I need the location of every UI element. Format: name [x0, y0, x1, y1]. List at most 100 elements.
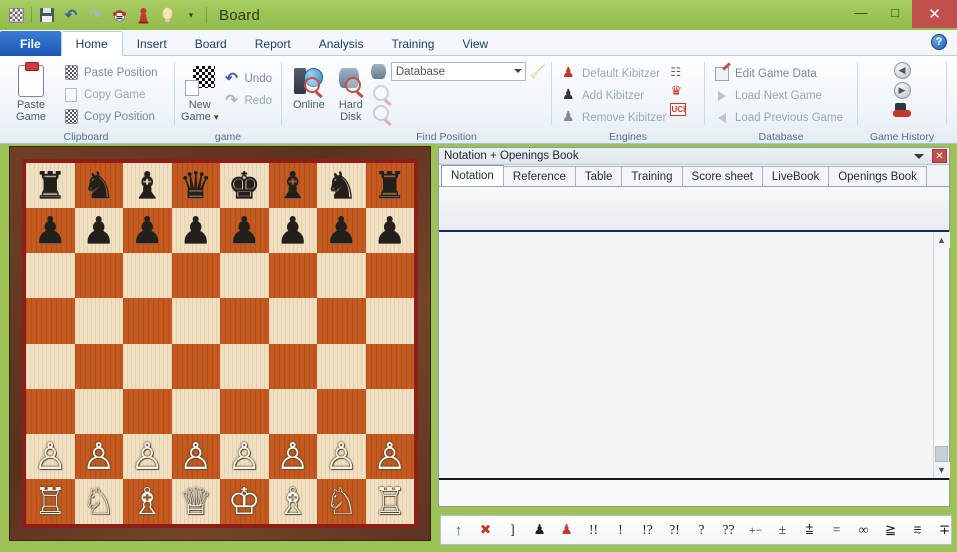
- customize-dropdown-icon[interactable]: ▾: [180, 4, 202, 26]
- chess-piece[interactable]: ♖: [373, 483, 406, 520]
- board-square[interactable]: ♖: [365, 478, 414, 524]
- scrollbar-thumb[interactable]: [935, 446, 948, 462]
- panel-close-icon[interactable]: ✕: [932, 149, 947, 163]
- board-square[interactable]: [268, 343, 317, 389]
- board-square[interactable]: ♟: [74, 208, 123, 254]
- chess-piece[interactable]: ♟: [228, 212, 261, 249]
- board-square[interactable]: [268, 388, 317, 434]
- dubious-move-button[interactable]: ?!: [661, 518, 688, 542]
- board-square[interactable]: [171, 388, 220, 434]
- unclear-position-button[interactable]: ∞: [850, 518, 877, 542]
- good-move-button[interactable]: !: [607, 518, 634, 542]
- attack-arrow-button[interactable]: ↑: [445, 518, 472, 542]
- board-square[interactable]: [26, 388, 75, 434]
- white-winning-button[interactable]: +−: [742, 518, 769, 542]
- board-square[interactable]: ♔: [220, 478, 269, 524]
- board-square[interactable]: [317, 343, 366, 389]
- board-square[interactable]: ♟: [171, 208, 220, 254]
- chess-piece[interactable]: ♘: [82, 483, 115, 520]
- add-kibitzer-button[interactable]: ♟ Add Kibitzer: [557, 85, 670, 106]
- board-square[interactable]: [220, 343, 269, 389]
- chess-piece[interactable]: ♞: [82, 167, 115, 204]
- chess-piece[interactable]: ♞: [325, 167, 358, 204]
- white-slight-advantage-button[interactable]: ⩲: [796, 518, 823, 542]
- undo-button[interactable]: ↶ Undo: [220, 68, 277, 89]
- engine-list-icon[interactable]: ☷: [670, 65, 686, 79]
- tab-table[interactable]: Table: [574, 166, 623, 186]
- load-previous-game-button[interactable]: Load Previous Game: [710, 107, 847, 128]
- board-square[interactable]: ♙: [317, 433, 366, 479]
- tab-board[interactable]: Board: [181, 32, 241, 56]
- uci-icon[interactable]: UCI: [670, 103, 687, 116]
- tab-livebook[interactable]: LiveBook: [761, 166, 830, 186]
- chess-piece[interactable]: ♕: [179, 483, 212, 520]
- notation-vertical-scrollbar[interactable]: ▲ ▼: [933, 232, 950, 478]
- close-button[interactable]: ✕: [912, 0, 957, 28]
- default-kibitzer-button[interactable]: ♟ Default Kibitzer: [557, 63, 670, 84]
- copy-position-button[interactable]: Copy Position: [59, 106, 162, 127]
- notation-text-area[interactable]: [439, 232, 933, 478]
- board-square[interactable]: ♙: [171, 433, 220, 479]
- search-variant-2-icon[interactable]: [372, 105, 389, 121]
- mistake-button[interactable]: ?: [688, 518, 715, 542]
- chess-clown-icon[interactable]: [108, 4, 130, 26]
- board-square[interactable]: ♝: [123, 163, 172, 209]
- board-square[interactable]: ♟: [365, 208, 414, 254]
- equal-position-button[interactable]: =: [823, 518, 850, 542]
- database-combo[interactable]: Database: [390, 62, 526, 81]
- hard-disk-search-button[interactable]: Hard Disk: [331, 60, 371, 123]
- black-clear-advantage-button[interactable]: ∓: [931, 518, 951, 542]
- compensation-button[interactable]: ≧: [877, 518, 904, 542]
- new-game-button[interactable]: New Game ▾: [180, 60, 220, 123]
- tab-training[interactable]: Training: [377, 32, 448, 56]
- board-square[interactable]: ♝: [268, 163, 317, 209]
- board-square[interactable]: ♙: [268, 433, 317, 479]
- tab-notation[interactable]: Notation: [441, 165, 504, 186]
- chess-piece[interactable]: ♗: [131, 483, 164, 520]
- board-square[interactable]: [220, 298, 269, 344]
- tab-view[interactable]: View: [448, 32, 502, 56]
- board-square[interactable]: ♟: [26, 208, 75, 254]
- tab-reference[interactable]: Reference: [502, 166, 576, 186]
- bracket-button[interactable]: ]: [499, 518, 526, 542]
- tab-insert[interactable]: Insert: [123, 32, 181, 56]
- chess-piece[interactable]: ♚: [228, 167, 261, 204]
- black-slight-advantage-button[interactable]: ⩳: [904, 518, 931, 542]
- board-square[interactable]: [365, 298, 414, 344]
- board-icon[interactable]: [5, 4, 27, 26]
- chess-piece[interactable]: ♙: [228, 438, 261, 475]
- chess-piece[interactable]: ♝: [276, 167, 309, 204]
- red-pawn-button[interactable]: ♟: [553, 518, 580, 542]
- chevron-down-icon[interactable]: [513, 69, 522, 73]
- history-hat-icon[interactable]: [893, 102, 911, 118]
- board-square[interactable]: [123, 388, 172, 434]
- board-square[interactable]: ♟: [268, 208, 317, 254]
- chess-piece[interactable]: ♖: [34, 483, 67, 520]
- copy-game-button[interactable]: Copy Game: [59, 84, 162, 105]
- chess-piece[interactable]: ♙: [82, 438, 115, 475]
- tab-score-sheet[interactable]: Score sheet: [681, 166, 763, 186]
- board-square[interactable]: ♚: [220, 163, 269, 209]
- board-square[interactable]: [74, 253, 123, 299]
- minimize-button[interactable]: —: [844, 0, 878, 24]
- engine-machine-icon[interactable]: ♛: [670, 83, 686, 99]
- board-square[interactable]: ♗: [268, 478, 317, 524]
- blunder-button[interactable]: ??: [715, 518, 742, 542]
- chevron-down-icon[interactable]: [914, 153, 924, 159]
- board-square[interactable]: [268, 253, 317, 299]
- chess-piece[interactable]: ♝: [131, 167, 164, 204]
- scroll-up-icon[interactable]: ▲: [933, 232, 950, 248]
- online-search-button[interactable]: Online: [287, 60, 331, 111]
- help-icon[interactable]: ?: [931, 34, 947, 50]
- search-variant-1-icon[interactable]: [372, 85, 389, 101]
- lightbulb-icon[interactable]: [156, 4, 178, 26]
- board-square[interactable]: ♕: [171, 478, 220, 524]
- board-square[interactable]: ♗: [123, 478, 172, 524]
- chess-piece[interactable]: ♛: [179, 167, 212, 204]
- board-square[interactable]: [171, 253, 220, 299]
- chess-piece[interactable]: ♙: [325, 438, 358, 475]
- chess-piece[interactable]: ♟: [34, 212, 67, 249]
- scroll-down-icon[interactable]: ▼: [933, 462, 950, 478]
- board-square[interactable]: ♞: [317, 163, 366, 209]
- chess-piece[interactable]: ♙: [373, 438, 406, 475]
